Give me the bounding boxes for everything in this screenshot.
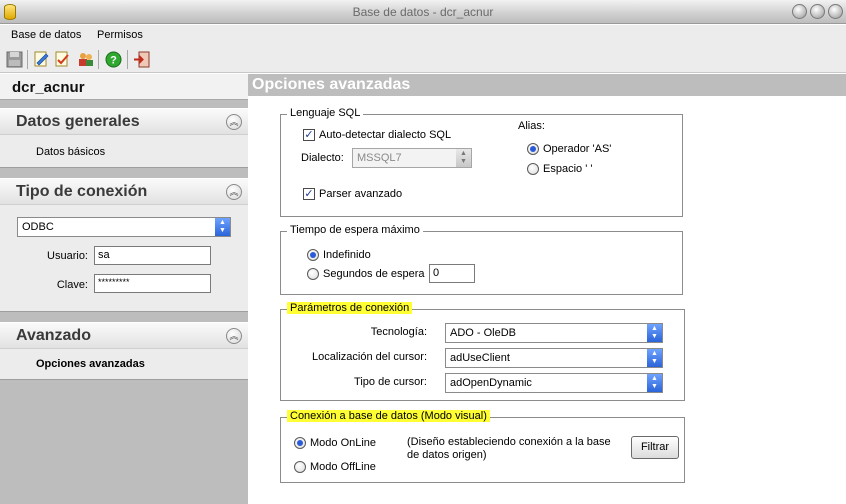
toolbar-separator [98, 50, 99, 69]
password-label: Clave: [56, 279, 88, 291]
mode-description-line1: (Diseño estableciendo conexión a la base [407, 436, 611, 448]
group-legend: Tiempo de espera máximo [287, 224, 423, 236]
alias-space-label: Espacio ' ' [543, 163, 593, 175]
timeout-indefinite-label: Indefinido [323, 249, 371, 261]
collapse-icon[interactable]: ︽ [226, 114, 242, 130]
exit-icon[interactable] [133, 51, 150, 68]
parser-checkbox[interactable]: ✓ [303, 188, 315, 200]
autodetect-checkbox[interactable]: ✓ [303, 129, 315, 141]
updown-arrow-icon: ▲ ▼ [456, 149, 471, 167]
section-tipo-conexion: Tipo de conexión ︽ ODBC ▲ ▼ Usuario: sa C… [0, 178, 248, 312]
collapse-icon[interactable]: ︽ [226, 328, 242, 344]
online-mode-label: Modo OnLine [310, 437, 377, 449]
cursor-type-select[interactable]: adOpenDynamic ▲ ▼ [445, 373, 663, 393]
menu-base-de-datos[interactable]: Base de datos [11, 29, 81, 41]
link-datos-basicos[interactable]: Datos básicos [36, 146, 105, 158]
section-datos-generales: Datos generales ︽ Datos básicos [0, 108, 248, 168]
timeout-seconds-radio[interactable] [307, 268, 319, 280]
maximize-button[interactable] [810, 4, 825, 19]
offline-mode-label: Modo OffLine [310, 461, 376, 473]
cursor-location-value: adUseClient [450, 352, 510, 364]
offline-mode-radio[interactable] [294, 461, 306, 473]
section-title: Tipo de conexión [16, 183, 148, 200]
updown-arrow-icon: ▲ ▼ [215, 218, 230, 236]
save-icon[interactable] [6, 51, 23, 68]
section-header[interactable]: Tipo de conexión ︽ [0, 179, 248, 205]
section-avanzado: Avanzado ︽ Opciones avanzadas [0, 322, 248, 380]
section-title: Datos generales [16, 113, 140, 130]
menu-bar: Base de datos Permisos [0, 25, 846, 45]
edit-icon[interactable] [33, 51, 50, 68]
group-lenguaje-sql: Lenguaje SQL ✓ Auto-detectar dialecto SQ… [280, 107, 683, 217]
technology-select[interactable]: ADO - OleDB ▲ ▼ [445, 323, 663, 343]
users-icon[interactable] [77, 51, 94, 68]
sidebar: dcr_acnur Datos generales ︽ Datos básico… [0, 74, 248, 504]
timeout-seconds-label: Segundos de espera [323, 268, 425, 280]
technology-label: Tecnología: [370, 326, 427, 338]
updown-arrow-icon: ▲ ▼ [647, 324, 662, 342]
collapse-icon[interactable]: ︽ [226, 184, 242, 200]
section-title: Avanzado [16, 327, 91, 344]
connection-type-select[interactable]: ODBC ▲ ▼ [17, 217, 231, 237]
toolbar-separator [27, 50, 28, 69]
main-content: Lenguaje SQL ✓ Auto-detectar dialecto SQ… [248, 96, 846, 504]
toolbar: ? [0, 45, 846, 73]
updown-arrow-icon: ▲ ▼ [647, 349, 662, 367]
group-legend: Conexión a base de datos (Modo visual) [287, 410, 490, 422]
group-legend: Parámetros de conexión [287, 302, 413, 314]
alias-label: Alias: [518, 120, 545, 132]
database-name: dcr_acnur [12, 79, 85, 96]
minimize-button[interactable] [792, 4, 807, 19]
alias-as-label: Operador 'AS' [543, 143, 612, 155]
dialect-label: Dialecto: [301, 152, 344, 164]
alias-as-radio[interactable] [527, 143, 539, 155]
page-title: Opciones avanzadas [252, 76, 411, 93]
cursor-location-label: Localización del cursor: [312, 351, 427, 363]
dialect-select[interactable]: MSSQL7 ▲ ▼ [352, 148, 472, 168]
cursor-type-label: Tipo de cursor: [354, 376, 427, 388]
timeout-seconds-input[interactable]: 0 [429, 264, 475, 283]
help-icon[interactable]: ? [105, 51, 122, 68]
validate-icon[interactable] [54, 51, 71, 68]
password-input[interactable]: ********* [94, 274, 211, 293]
autodetect-label: Auto-detectar dialecto SQL [319, 129, 452, 141]
mode-description-line2: de datos origen) [407, 449, 487, 461]
timeout-indefinite-radio[interactable] [307, 249, 319, 261]
cursor-type-value: adOpenDynamic [450, 377, 532, 389]
main-title-bar: Opciones avanzadas [248, 74, 846, 96]
filter-button[interactable]: Filtrar [631, 436, 679, 459]
parser-label: Parser avanzado [319, 188, 403, 200]
close-button[interactable] [828, 4, 843, 19]
user-label: Usuario: [47, 250, 88, 262]
dialect-value: MSSQL7 [357, 152, 402, 164]
alias-space-radio[interactable] [527, 163, 539, 175]
database-header: dcr_acnur [0, 74, 248, 100]
group-legend: Lenguaje SQL [287, 107, 364, 119]
svg-text:?: ? [110, 55, 117, 67]
menu-permisos[interactable]: Permisos [97, 29, 143, 41]
connection-type-value: ODBC [22, 221, 54, 233]
technology-value: ADO - OleDB [450, 327, 517, 339]
title-bar: Base de datos - dcr_acnur [0, 0, 846, 24]
user-input[interactable]: sa [94, 246, 211, 265]
group-tiempo-espera: Tiempo de espera máximo Indefinido Segun… [280, 224, 683, 295]
toolbar-separator [127, 50, 128, 69]
section-header[interactable]: Avanzado ︽ [0, 323, 248, 349]
group-parametros-conexion: Parámetros de conexión Tecnología: ADO -… [280, 302, 685, 401]
group-modo-visual: Conexión a base de datos (Modo visual) M… [280, 410, 685, 483]
updown-arrow-icon: ▲ ▼ [647, 374, 662, 392]
cursor-location-select[interactable]: adUseClient ▲ ▼ [445, 348, 663, 368]
online-mode-radio[interactable] [294, 437, 306, 449]
section-header[interactable]: Datos generales ︽ [0, 109, 248, 135]
window-title: Base de datos - dcr_acnur [352, 5, 494, 19]
link-opciones-avanzadas[interactable]: Opciones avanzadas [36, 358, 145, 370]
